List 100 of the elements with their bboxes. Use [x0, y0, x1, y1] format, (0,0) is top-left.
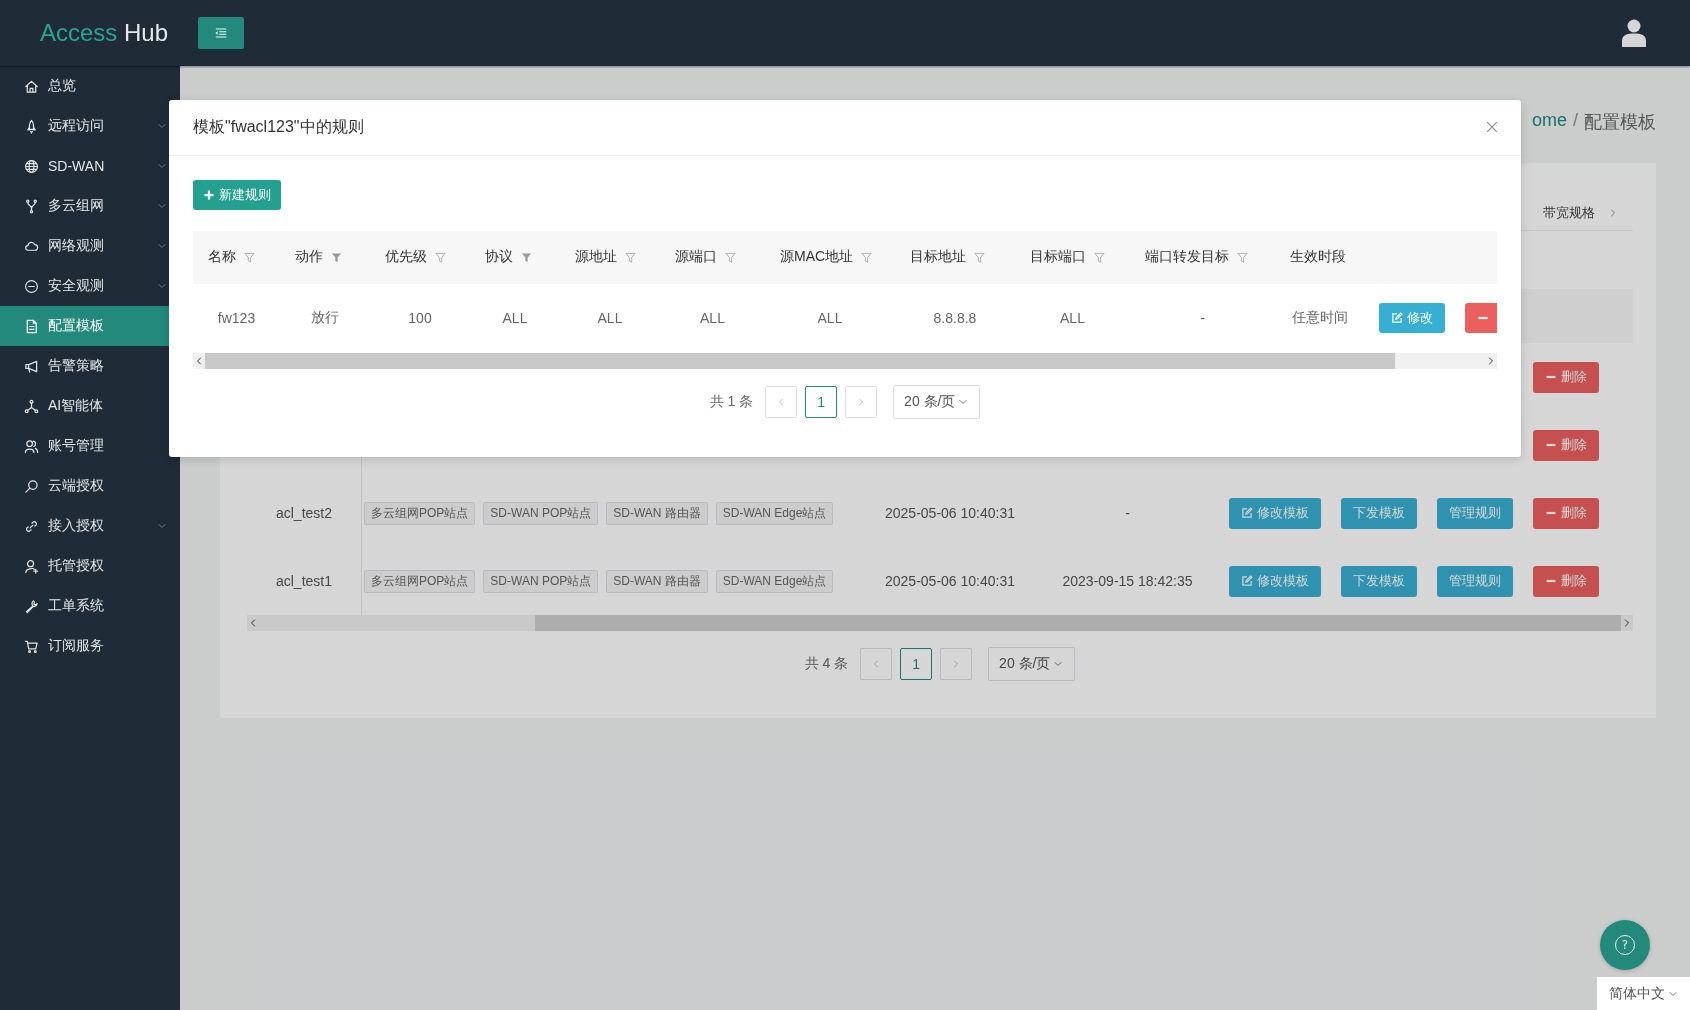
edit-icon — [1241, 507, 1253, 519]
edit-icon — [1241, 575, 1253, 587]
sidebar-item[interactable]: 云端授权 — [0, 466, 180, 506]
sidebar-item[interactable]: 告警策略 — [0, 346, 180, 386]
column-header: 端口转发目标 — [1145, 248, 1229, 265]
column-header: 名称 — [208, 248, 236, 265]
page-size-select[interactable]: 20 条/页 — [893, 385, 981, 419]
user-avatar-icon — [1622, 19, 1646, 47]
search-icon — [24, 478, 39, 494]
next-page-button[interactable] — [940, 648, 973, 680]
menu-icon — [214, 26, 228, 40]
user-plus-icon — [24, 558, 39, 574]
sidebar-item[interactable]: 账号管理 — [0, 426, 180, 466]
filter-icon[interactable] — [331, 252, 342, 264]
page-size-select[interactable]: 20 条/页 — [988, 647, 1076, 681]
filter-icon[interactable] — [244, 252, 255, 264]
next-page-button[interactable] — [845, 386, 878, 418]
tag: 多云组网POP站点 — [364, 569, 476, 593]
table-cell-text: - — [1124, 505, 1131, 521]
users-icon — [24, 438, 39, 454]
column-header: 源端口 — [675, 248, 717, 265]
table-cell: 放行 — [280, 284, 370, 351]
cart-icon — [24, 638, 39, 654]
menu-toggle-button[interactable] — [198, 17, 244, 49]
table-cell-text: 2025-05-06 10:40:31 — [884, 505, 1016, 521]
column-header: 目标端口 — [1030, 248, 1086, 265]
close-icon — [1485, 119, 1499, 134]
column-header: 目标地址 — [910, 248, 966, 265]
column-header: 协议 — [485, 248, 513, 265]
table-cell: ALL — [560, 284, 660, 351]
globe-icon — [24, 158, 39, 174]
modal-title: 模板"fwacl123"中的规则 — [193, 117, 364, 137]
tag: SD-WAN Edge站点 — [715, 569, 834, 593]
filter-icon[interactable] — [725, 252, 736, 264]
scrollbar[interactable] — [193, 353, 1497, 369]
plus-icon — [203, 189, 215, 201]
sidebar-item[interactable]: 总览 — [0, 66, 180, 106]
tag: SD-WAN 路由器 — [606, 501, 708, 525]
sidebar-item[interactable]: 网络观测 — [0, 226, 180, 266]
delete-button[interactable] — [1465, 302, 1497, 333]
sidebar-item[interactable]: 接入授权 — [0, 506, 180, 546]
table-cell: - — [1130, 284, 1275, 351]
filter-icon[interactable] — [625, 252, 636, 264]
tag: 多云组网POP站点 — [364, 501, 476, 525]
tag: SD-WAN 路由器 — [606, 569, 708, 593]
filter-icon[interactable] — [521, 252, 532, 264]
nodes-icon — [24, 398, 39, 414]
table-cell: fw123 — [193, 284, 280, 351]
prev-page-button[interactable] — [860, 648, 893, 680]
total-count: 共 4 条 — [804, 655, 849, 673]
sidebar-item[interactable]: 安全观测 — [0, 266, 180, 306]
column-header: 动作 — [295, 248, 323, 265]
table-cell: 任意时间 — [1275, 284, 1365, 351]
sidebar-item[interactable]: SD-WAN — [0, 146, 180, 186]
sidebar-item[interactable]: 工单系统 — [0, 586, 180, 626]
table-cell: 100 — [370, 284, 470, 351]
breadcrumb-item: 配置模板 — [1584, 111, 1656, 134]
table-cell: ALL — [765, 284, 895, 351]
document-icon — [24, 318, 39, 334]
table-cell: acl_test2 — [247, 479, 362, 547]
breadcrumb-separator: / — [1573, 110, 1578, 132]
filter-icon[interactable] — [861, 252, 873, 264]
column-header: 生效时段 — [1290, 248, 1346, 265]
link-icon — [24, 518, 39, 534]
wrench-icon — [24, 598, 39, 614]
language-select[interactable]: 简体中文 — [1597, 977, 1690, 1010]
table-cell: ALL — [660, 284, 765, 351]
sidebar-item[interactable]: 远程访问 — [0, 106, 180, 146]
minus-circle-icon — [24, 278, 39, 294]
page-button[interactable]: 1 — [900, 648, 933, 680]
table-cell: ALL — [1015, 284, 1130, 351]
tag: SD-WAN Edge站点 — [715, 501, 834, 525]
prev-page-button[interactable] — [765, 386, 798, 418]
breadcrumb-link[interactable]: ome — [1531, 110, 1567, 134]
edit-icon — [1391, 311, 1403, 324]
column-header: 优先级 — [385, 248, 427, 265]
tag: SD-WAN POP站点 — [483, 501, 599, 525]
house-icon — [24, 78, 39, 94]
total-count: 共 1 条 — [709, 393, 754, 411]
megaphone-icon — [24, 358, 39, 374]
table-cell-text: 2025-05-06 10:40:31 — [884, 573, 1016, 589]
tab[interactable]: 带宽规格 — [1543, 203, 1595, 222]
branch-icon — [24, 198, 39, 214]
sidebar-item[interactable]: 订阅服务 — [0, 626, 180, 666]
filter-icon[interactable] — [974, 252, 985, 264]
table-cell-text: 2023-09-15 18:42:35 — [1061, 573, 1194, 589]
sidebar-item[interactable]: AI智能体 — [0, 386, 180, 426]
table-cell: 8.8.8.8 — [895, 284, 1015, 351]
filter-icon[interactable] — [1094, 252, 1105, 264]
sidebar-item[interactable]: 多云组网 — [0, 186, 180, 226]
filter-icon[interactable] — [435, 252, 446, 264]
column-header: 源地址 — [575, 248, 617, 265]
tag: SD-WAN POP站点 — [483, 569, 599, 593]
column-header: 源MAC地址 — [780, 248, 854, 265]
rocket-icon — [24, 118, 39, 134]
sidebar-item[interactable]: 托管授权 — [0, 546, 180, 586]
logo: Access Hub — [40, 19, 170, 47]
scrollbar[interactable] — [247, 615, 1633, 631]
filter-icon[interactable] — [1237, 252, 1248, 264]
page-button[interactable]: 1 — [805, 386, 838, 418]
